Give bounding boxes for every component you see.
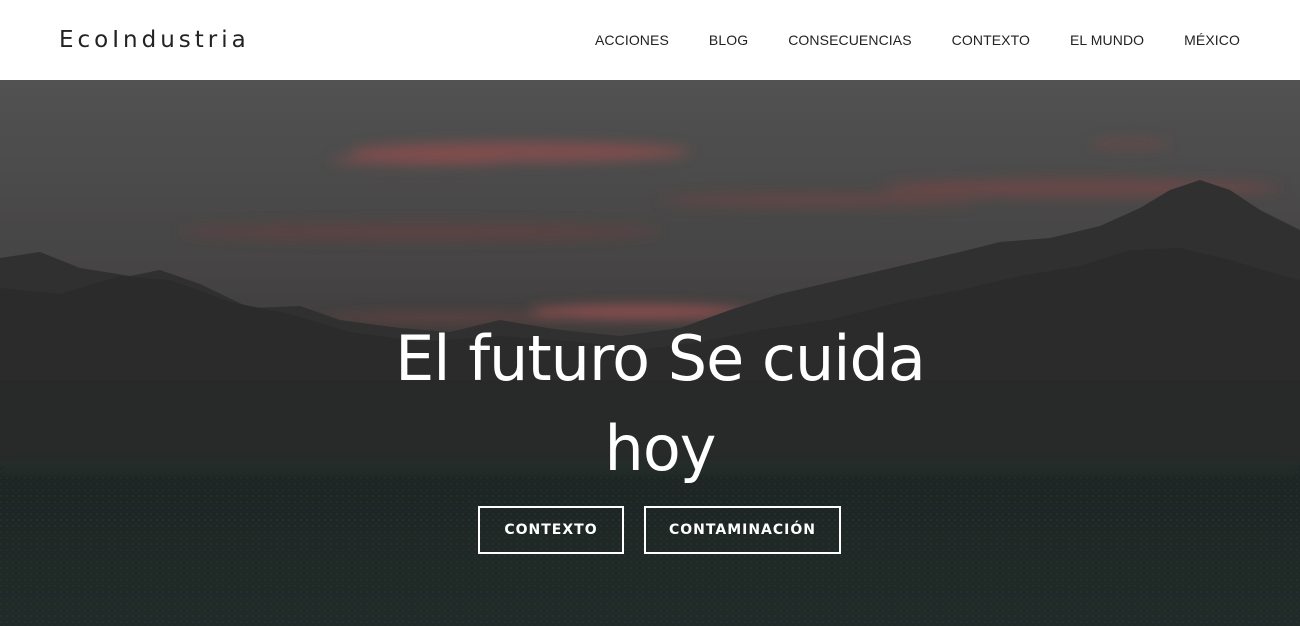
nav-item-mexico: MÉXICO bbox=[1184, 30, 1240, 50]
nav-link-blog[interactable]: BLOG bbox=[709, 32, 748, 48]
brand-logo[interactable]: EcoIndustria bbox=[59, 25, 250, 55]
nav-item-blog: BLOG bbox=[709, 30, 748, 50]
nav-link-mexico[interactable]: MÉXICO bbox=[1184, 32, 1240, 48]
main-nav: ACCIONES BLOG CONSECUENCIAS CONTEXTO EL … bbox=[555, 30, 1240, 50]
nav-link-el-mundo[interactable]: EL MUNDO bbox=[1070, 32, 1144, 48]
site-header: EcoIndustria ACCIONES BLOG CONSECUENCIAS… bbox=[0, 0, 1300, 80]
nav-item-consecuencias: CONSECUENCIAS bbox=[788, 30, 911, 50]
hero-section: El futuro Se cuida hoy CONTEXTO CONTAMIN… bbox=[0, 80, 1300, 626]
hero-title: El futuro Se cuida hoy bbox=[395, 322, 926, 485]
nav-item-el-mundo: EL MUNDO bbox=[1070, 30, 1144, 50]
nav-link-consecuencias[interactable]: CONSECUENCIAS bbox=[788, 32, 911, 48]
nav-link-acciones[interactable]: ACCIONES bbox=[595, 32, 669, 48]
nav-item-contexto: CONTEXTO bbox=[952, 30, 1030, 50]
nav-item-acciones: ACCIONES bbox=[595, 30, 669, 50]
contexto-button[interactable]: CONTEXTO bbox=[478, 506, 624, 554]
hero-actions: CONTEXTO CONTAMINACIÓN bbox=[0, 506, 1300, 554]
contaminacion-button[interactable]: CONTAMINACIÓN bbox=[644, 506, 841, 554]
nav-link-contexto[interactable]: CONTEXTO bbox=[952, 32, 1030, 48]
